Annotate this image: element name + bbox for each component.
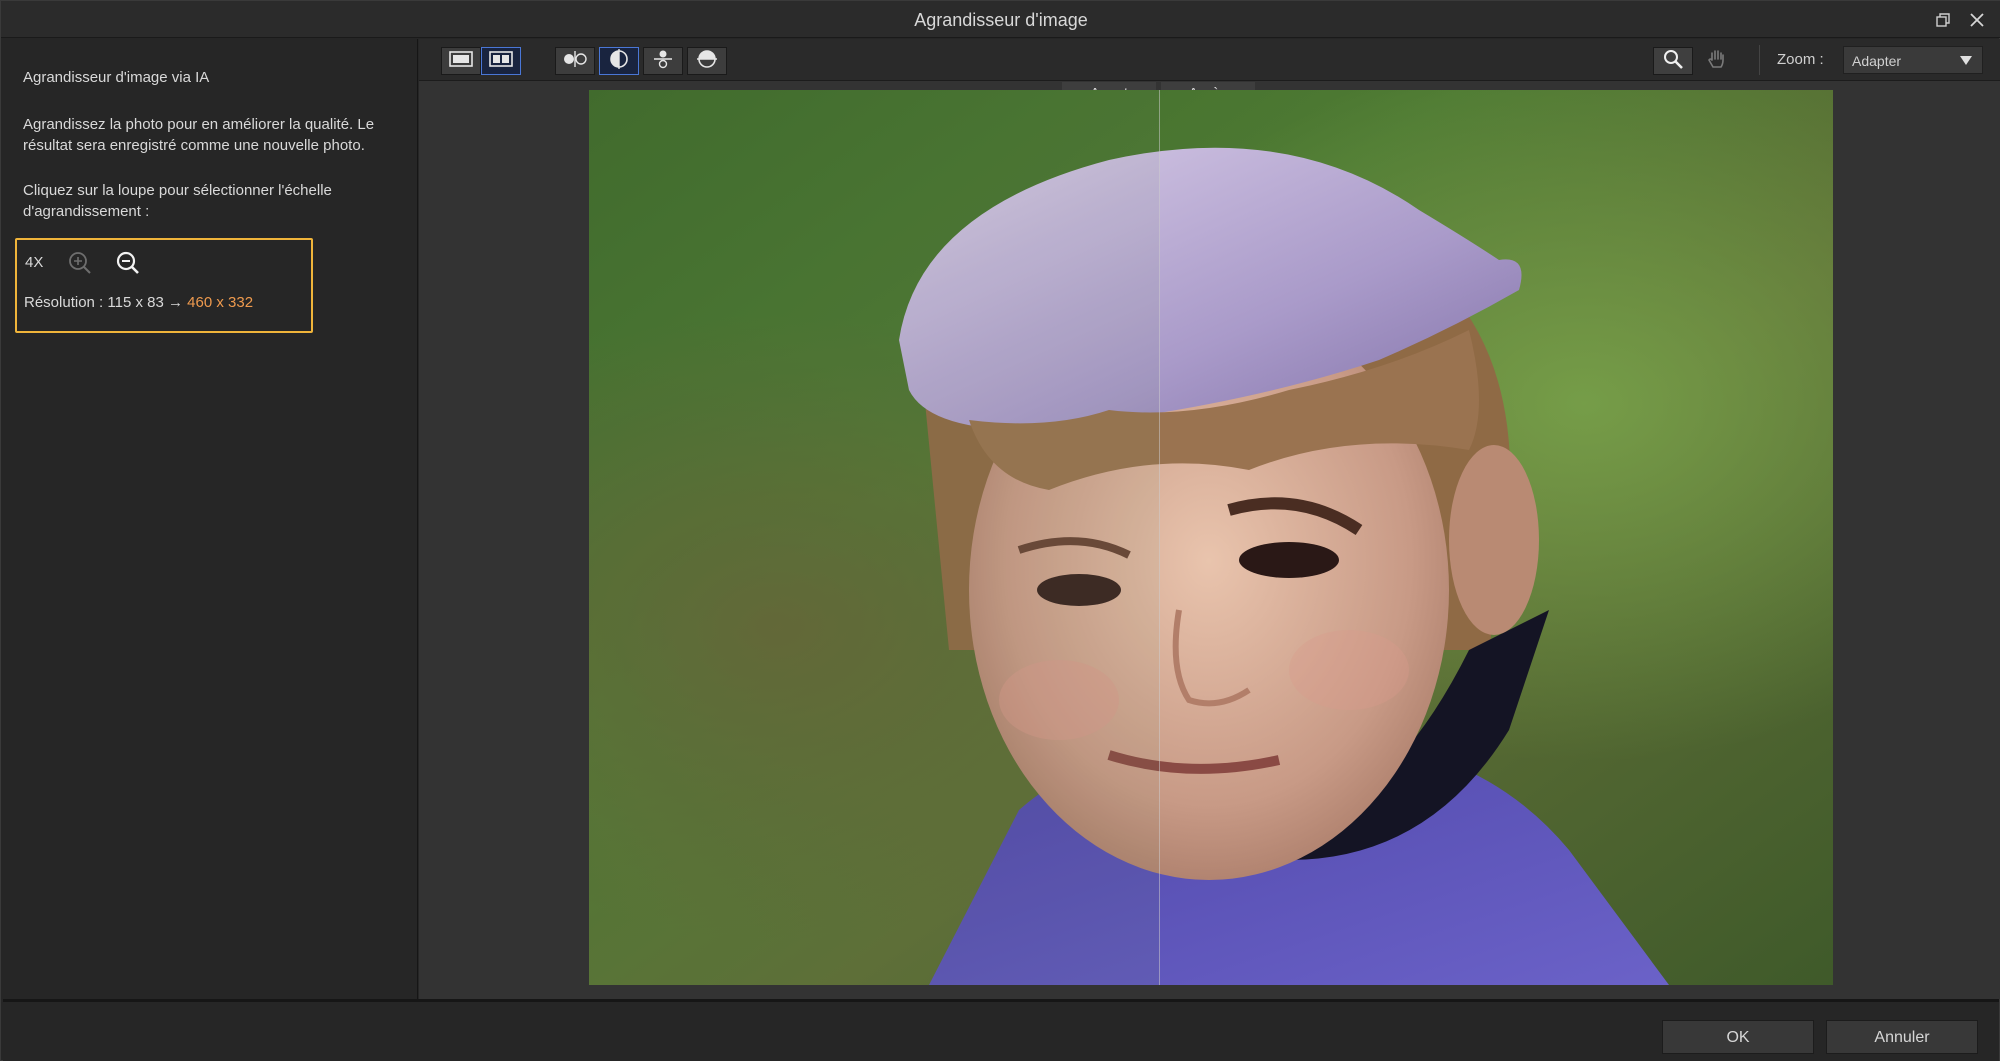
split-horizontal-alt-button[interactable] <box>687 47 727 75</box>
preview-toolbar: Zoom : Adapter <box>419 39 2000 81</box>
zoom-label: Zoom : <box>1777 51 1824 68</box>
resolution-source: Résolution : 115 x 83 → <box>24 294 183 311</box>
close-icon[interactable] <box>1966 9 1988 31</box>
side-by-side-view-button[interactable] <box>481 47 521 75</box>
panel-instruction: Cliquez sur la loupe pour sélectionner l… <box>23 182 332 220</box>
preview-area: Zoom : Adapter Avant Après <box>419 39 2000 999</box>
zoom-out-icon[interactable] <box>115 250 141 276</box>
hand-pan-button[interactable] <box>1697 47 1737 75</box>
side-by-side-view-icon <box>489 50 513 72</box>
compare-half-icon <box>608 48 630 75</box>
single-view-button[interactable] <box>441 47 481 75</box>
split-horizontal-button[interactable] <box>643 47 683 75</box>
panel-description: Agrandissez la photo pour en améliorer l… <box>23 116 375 154</box>
split-vertical-button[interactable] <box>555 47 595 75</box>
magnifier-button[interactable] <box>1653 47 1693 75</box>
resolution-text: Résolution : 115 x 83 → 460 x 332 <box>24 294 253 311</box>
cancel-button[interactable]: Annuler <box>1826 1020 1978 1054</box>
scale-label: 4X <box>25 254 44 271</box>
split-horizontal-alt-icon <box>696 48 718 75</box>
ok-button[interactable]: OK <box>1662 1020 1814 1054</box>
scale-selector: 4X Résolution : 115 x 83 → 460 x 332 <box>15 238 313 333</box>
resolution-target: 460 x 332 <box>187 294 254 311</box>
restore-window-icon[interactable] <box>1932 9 1954 31</box>
split-half-button[interactable] <box>599 47 639 75</box>
settings-panel: Agrandisseur d'image via IA Agrandissez … <box>3 39 418 999</box>
split-horizontal-icon <box>652 48 674 75</box>
hand-pan-icon <box>1707 48 1727 75</box>
single-view-icon <box>449 50 473 72</box>
compare-split-line[interactable] <box>1159 90 1160 985</box>
dialog-footer: OK Annuler <box>3 999 1999 1061</box>
split-vertical-icon <box>561 50 589 73</box>
zoom-select[interactable]: Adapter <box>1843 46 1983 74</box>
chevron-down-icon <box>1960 56 1972 65</box>
title-bar: Agrandisseur d'image <box>1 1 2000 38</box>
image-enlarger-window: Agrandisseur d'image Agrandisseur d'imag… <box>0 0 2000 1061</box>
preview-canvas[interactable]: Avant Après <box>419 82 2000 999</box>
panel-heading: Agrandisseur d'image via IA <box>23 69 210 86</box>
window-title: Agrandisseur d'image <box>914 10 1088 30</box>
zoom-select-value: Adapter <box>1852 53 1902 69</box>
preview-photo <box>589 90 1833 985</box>
zoom-in-icon[interactable] <box>67 250 93 276</box>
toolbar-divider <box>1759 45 1760 75</box>
magnifier-icon <box>1662 48 1684 75</box>
